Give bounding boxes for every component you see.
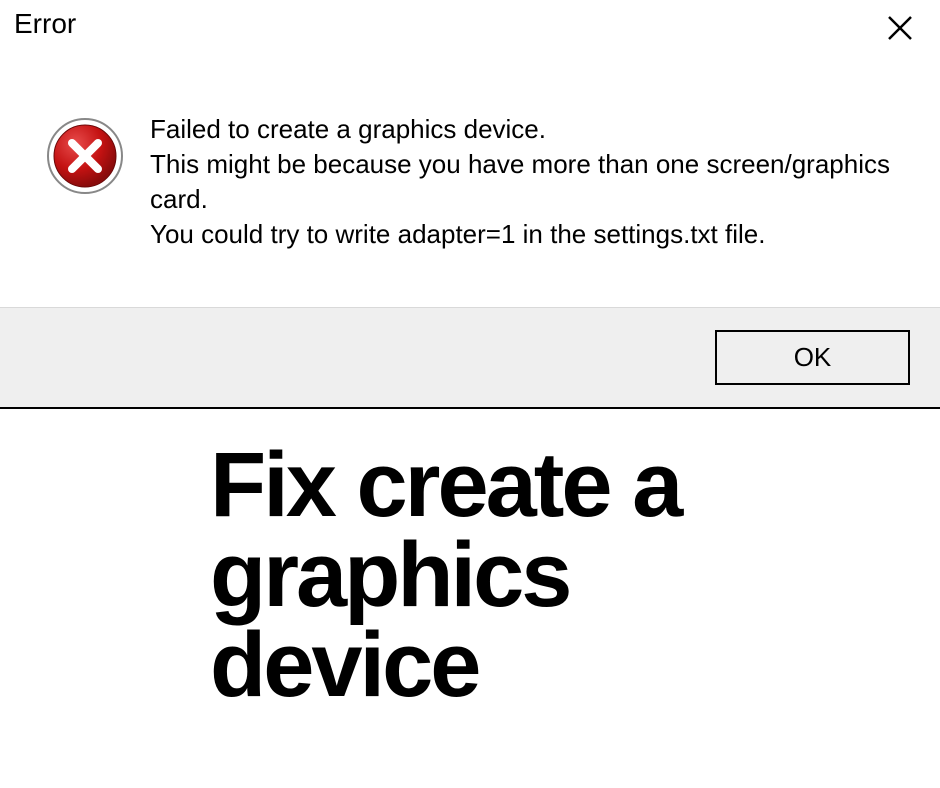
close-icon [886, 14, 914, 42]
dialog-body: Failed to create a graphics device. This… [0, 52, 940, 307]
ok-button-label: OK [794, 342, 832, 373]
button-bar: OK [0, 307, 940, 407]
ok-button[interactable]: OK [715, 330, 910, 385]
titlebar: Error [0, 0, 940, 52]
dialog-title: Error [14, 8, 76, 40]
error-icon [45, 116, 125, 196]
error-dialog: Error [0, 0, 940, 409]
error-message: Failed to create a graphics device. This… [150, 112, 910, 252]
message-line-2: This might be because you have more than… [150, 147, 910, 217]
message-line-1: Failed to create a graphics device. [150, 112, 910, 147]
message-line-3: You could try to write adapter=1 in the … [150, 217, 910, 252]
headline-text: Fix create a graphics device [210, 440, 830, 710]
close-button[interactable] [878, 8, 922, 52]
